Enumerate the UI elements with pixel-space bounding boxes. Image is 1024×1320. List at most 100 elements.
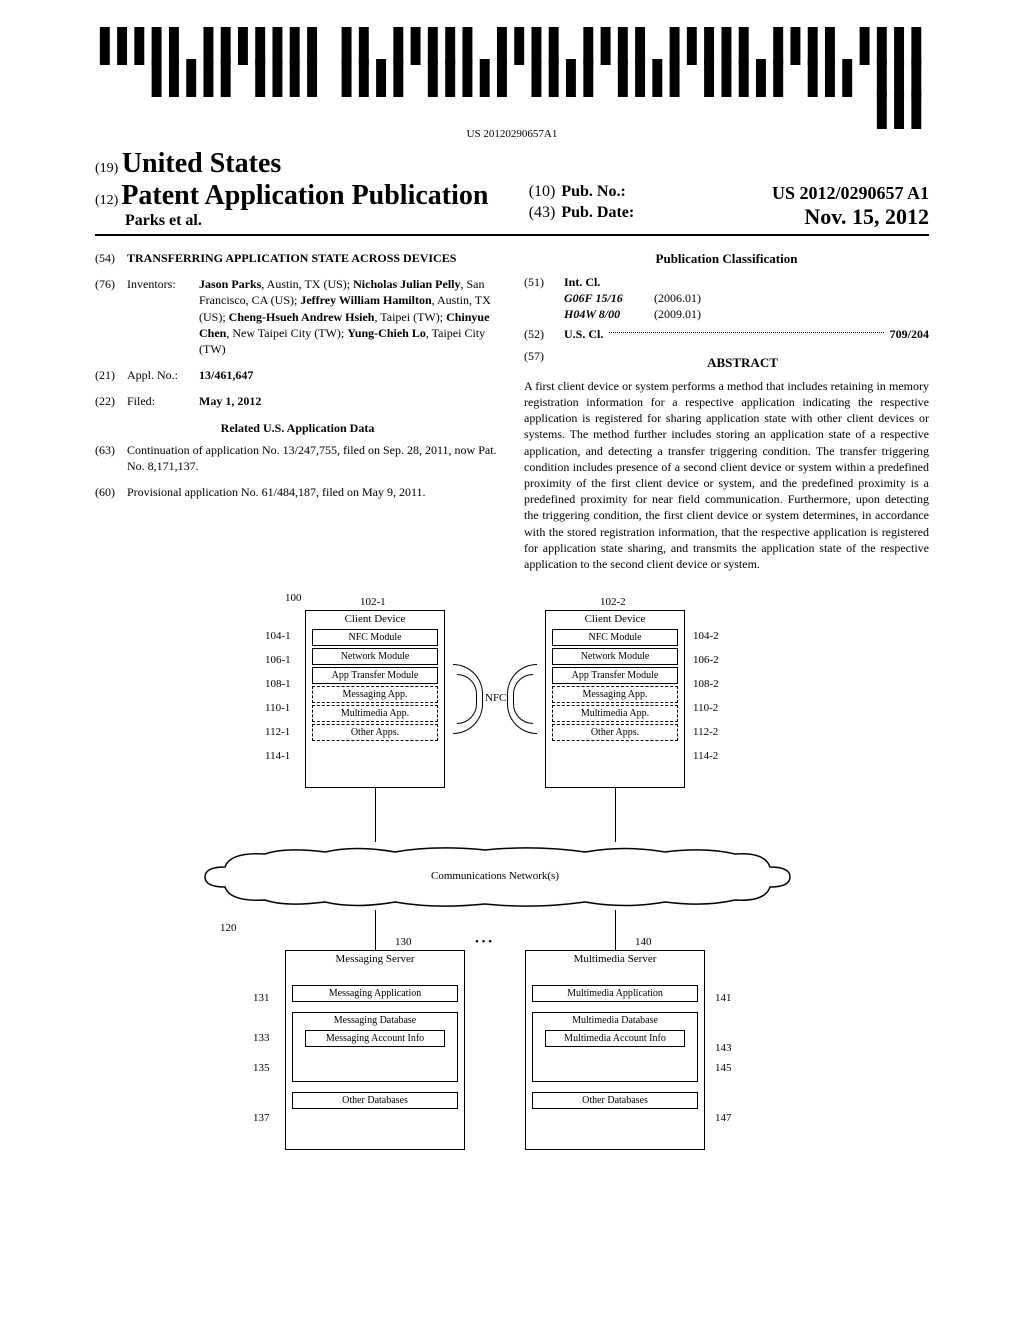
uscl-value: 709/204 — [890, 326, 929, 342]
other-databases-1: Other Databases — [292, 1092, 458, 1109]
application-number: 13/461,647 — [199, 367, 500, 383]
left-column: (54) TRANSFERRING APPLICATION STATE ACRO… — [95, 250, 500, 572]
ref-112-2: 112-2 — [693, 726, 718, 738]
right-column: Publication Classification (51) Int. Cl.… — [524, 250, 929, 572]
other-apps-1: Other Apps. — [312, 724, 438, 741]
ref-104-1: 104-1 — [265, 630, 291, 642]
messaging-app-1: Messaging App. — [312, 686, 438, 703]
fig-dots: • • • — [475, 936, 492, 948]
invention-title: TRANSFERRING APPLICATION STATE ACROSS DE… — [127, 250, 500, 266]
arrow-client-1 — [375, 788, 376, 842]
ref-102-2: 102-2 — [600, 596, 626, 608]
messaging-server: Messaging Server Messaging Application M… — [285, 950, 465, 1150]
related-app-title: Related U.S. Application Data — [95, 420, 500, 436]
inventors-num: (76) — [95, 276, 127, 357]
cloud-region: Communications Network(s) — [195, 842, 795, 912]
ref-135: 135 — [253, 1062, 270, 1074]
header-row: (19) United States (12) Patent Applicati… — [95, 148, 929, 236]
barcode-area: ▌▌▌▌▌ ▌▌▌▌▌▌▌ ▌▌ ▌▌▌▌▌ ▌▌▌▌ ▌▌▌▌ ▌▌▌▌▌ ▌… — [95, 30, 929, 140]
ref-140: 140 — [635, 936, 652, 948]
ref-104-2: 104-2 — [693, 630, 719, 642]
abstract-title: ABSTRACT — [556, 354, 929, 372]
ref-131: 131 — [253, 992, 270, 1004]
ref-112-1: 112-1 — [265, 726, 290, 738]
biblio-columns: (54) TRANSFERRING APPLICATION STATE ACRO… — [95, 250, 929, 572]
appl-num-num: (21) — [95, 367, 127, 383]
nfc-module-1: NFC Module — [312, 629, 438, 646]
ref-106-2: 106-2 — [693, 654, 719, 666]
prov-num: (60) — [95, 484, 127, 500]
intcl-code-1: H04W 8/00 — [564, 306, 654, 322]
ref-100: 100 — [285, 592, 302, 604]
multimedia-server-title: Multimedia Server — [526, 951, 704, 967]
title-num: (54) — [95, 250, 127, 266]
other-apps-2: Other Apps. — [552, 724, 678, 741]
arrow-cloud-2 — [615, 910, 616, 950]
barcode: ▌▌▌▌▌ ▌▌▌▌▌▌▌ ▌▌ ▌▌▌▌▌ ▌▌▌▌ ▌▌▌▌ ▌▌▌▌▌ ▌… — [95, 30, 929, 126]
messaging-account-info: Messaging Account Info — [305, 1030, 445, 1047]
app-transfer-1: App Transfer Module — [312, 667, 438, 684]
network-module-2: Network Module — [552, 648, 678, 665]
ref-110-1: 110-1 — [265, 702, 290, 714]
uscl-num: (52) — [524, 326, 556, 342]
publication-number: US 2012/0290657 A1 — [632, 183, 929, 204]
multimedia-account-info: Multimedia Account Info — [545, 1030, 685, 1047]
filed-num: (22) — [95, 393, 127, 409]
nfc-label: NFC — [485, 692, 506, 704]
classification-title: Publication Classification — [524, 250, 929, 268]
cont-num: (63) — [95, 442, 127, 474]
abstract-num: (57) — [524, 348, 556, 378]
intcl-year-0: (2006.01) — [654, 290, 701, 306]
pub-no-label: Pub. No.: — [561, 183, 625, 204]
pub-date-prefix: (43) — [529, 204, 556, 230]
ref-106-1: 106-1 — [265, 654, 291, 666]
ref-147: 147 — [715, 1112, 732, 1124]
publication-date: Nov. 15, 2012 — [640, 204, 929, 230]
ref-145: 145 — [715, 1062, 732, 1074]
pub-no-prefix: (10) — [529, 183, 556, 204]
multimedia-server: Multimedia Server Multimedia Application… — [525, 950, 705, 1150]
client-device-1-title: Client Device — [306, 611, 444, 627]
nfc-wave-left-2 — [453, 664, 483, 734]
cloud-label: Communications Network(s) — [195, 842, 795, 882]
ref-133: 133 — [253, 1032, 270, 1044]
other-databases-2: Other Databases — [532, 1092, 698, 1109]
continuation-text: Continuation of application No. 13/247,7… — [127, 442, 500, 474]
messaging-database: Messaging Database Messaging Account Inf… — [292, 1012, 458, 1082]
ref-120: 120 — [220, 922, 237, 934]
ref-110-2: 110-2 — [693, 702, 718, 714]
filed-label: Filed: — [127, 393, 199, 409]
ref-114-2: 114-2 — [693, 750, 718, 762]
inventors-list: Jason Parks, Austin, TX (US); Nicholas J… — [199, 276, 500, 357]
authors-line: Parks et al. — [125, 212, 512, 230]
intcl-year-1: (2009.01) — [654, 306, 701, 322]
filed-date: May 1, 2012 — [199, 393, 500, 409]
country-name: United States — [122, 148, 281, 179]
barcode-text: US 20120290657A1 — [95, 128, 929, 140]
provisional-text: Provisional application No. 61/484,187, … — [127, 484, 500, 500]
client-device-2-title: Client Device — [546, 611, 684, 627]
abstract-text: A first client device or system performs… — [524, 378, 929, 572]
country-prefix: (19) — [95, 161, 118, 176]
publication-type: Patent Application Publication — [121, 180, 488, 211]
uscl-label: U.S. Cl. — [556, 326, 603, 342]
ref-108-1: 108-1 — [265, 678, 291, 690]
arrow-client-2 — [615, 788, 616, 842]
appl-num-label: Appl. No.: — [127, 367, 199, 383]
pub-prefix: (12) — [95, 193, 118, 208]
intcl-code-0: G06F 15/16 — [564, 290, 654, 306]
ref-130: 130 — [395, 936, 412, 948]
ref-108-2: 108-2 — [693, 678, 719, 690]
uscl-fill — [609, 332, 883, 333]
nfc-module-2: NFC Module — [552, 629, 678, 646]
client-device-2: Client Device NFC Module Network Module … — [545, 610, 685, 788]
app-transfer-2: App Transfer Module — [552, 667, 678, 684]
messaging-application: Messaging Application — [292, 985, 458, 1002]
multimedia-database: Multimedia Database Multimedia Account I… — [532, 1012, 698, 1082]
client-device-1: Client Device NFC Module Network Module … — [305, 610, 445, 788]
figure-area: 100 102-1 102-2 Client Device NFC Module… — [95, 592, 929, 1252]
ref-137: 137 — [253, 1112, 270, 1124]
intcl-label: Int. Cl. — [564, 274, 929, 290]
multimedia-app-1: Multimedia App. — [312, 705, 438, 722]
network-module-1: Network Module — [312, 648, 438, 665]
